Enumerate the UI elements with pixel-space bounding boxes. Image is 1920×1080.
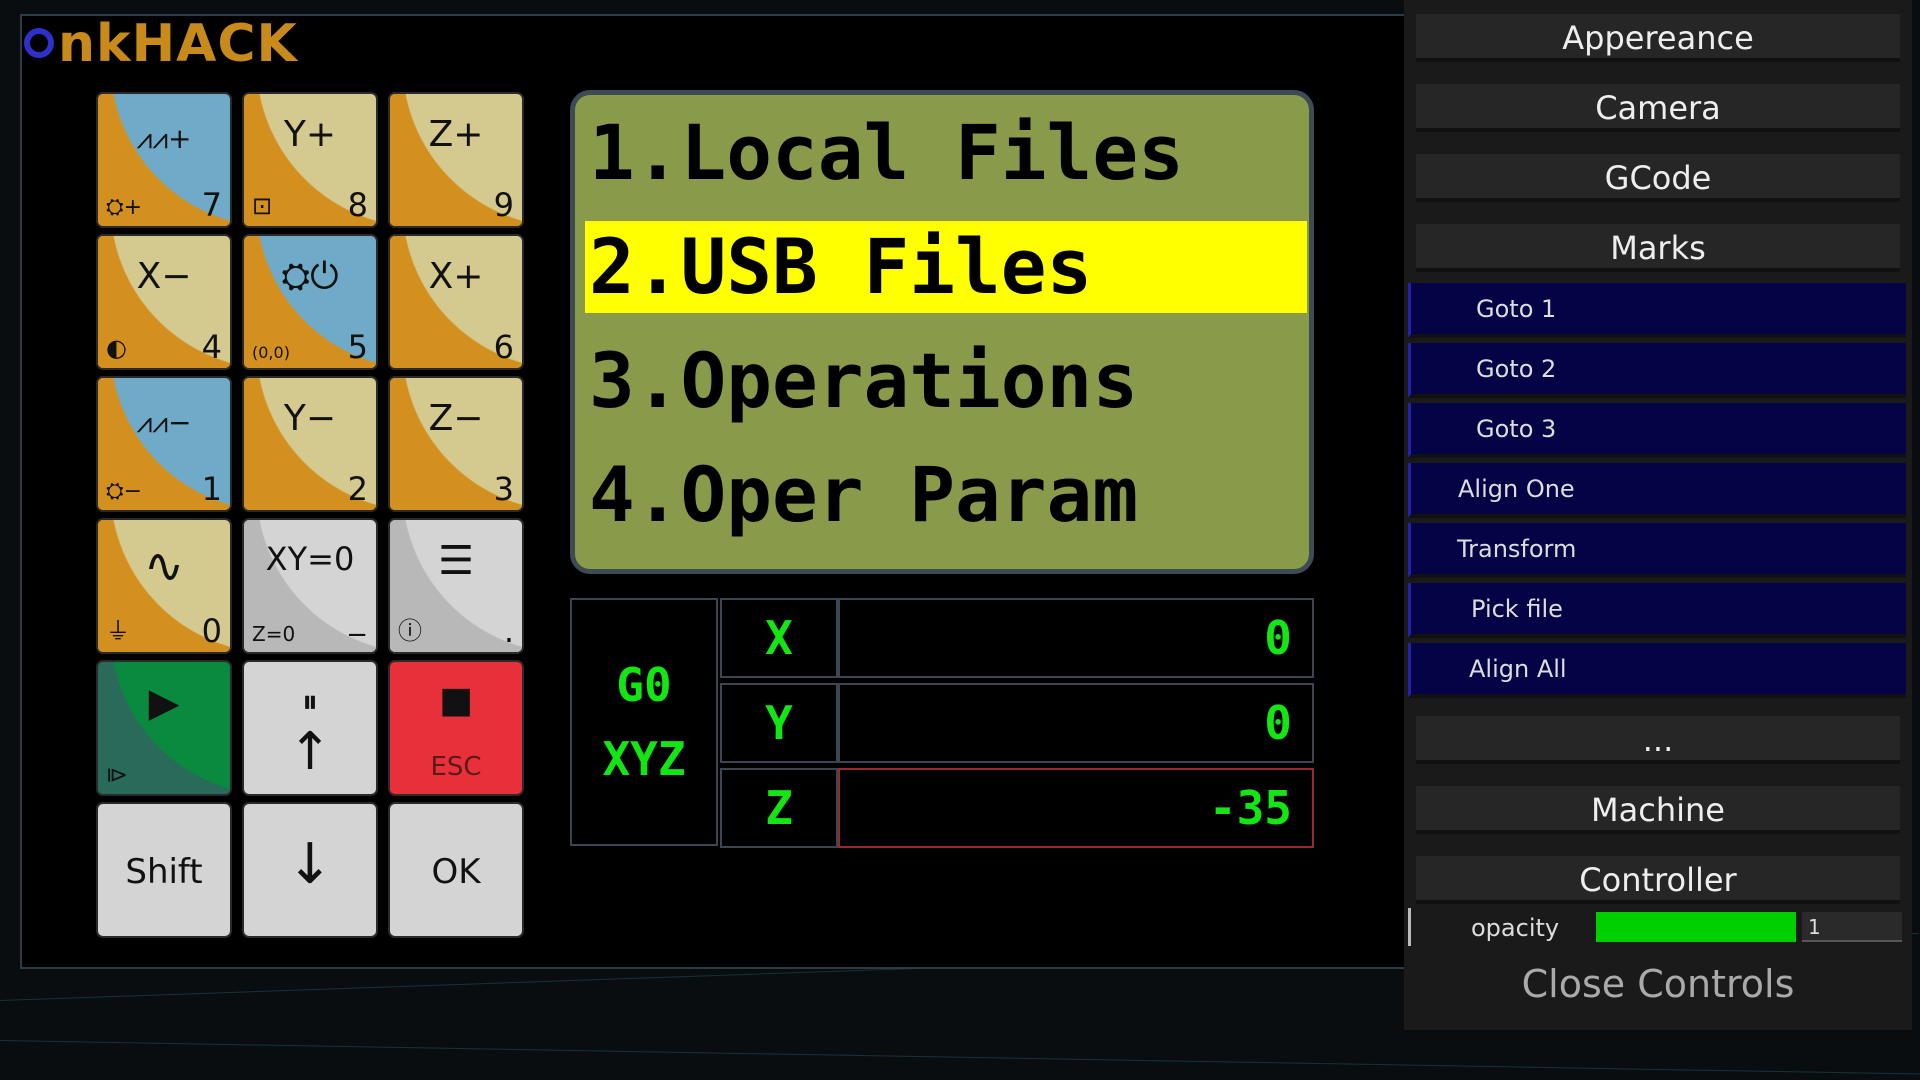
- key-shift[interactable]: Shift: [96, 802, 232, 938]
- origin-icon: ◐: [106, 334, 127, 362]
- marks-align-one[interactable]: Align One: [1408, 463, 1906, 518]
- key-x-minus-4[interactable]: X− ◐ 4: [96, 234, 232, 370]
- key-y-minus-2[interactable]: Y− 2: [242, 376, 378, 512]
- wave-icon: ∿: [143, 538, 185, 594]
- spindle-power-icon: ⛭⏻: [281, 256, 339, 297]
- folder-controller[interactable]: Controller: [1416, 856, 1900, 904]
- marks-align-all[interactable]: Align All: [1408, 643, 1906, 698]
- lcd-menu-item[interactable]: 3.Operations: [585, 335, 1138, 427]
- background-grid-line: [0, 1040, 1920, 1075]
- opacity-slider-fill: [1596, 912, 1796, 942]
- axis-value-z: -35: [838, 768, 1314, 848]
- feed-minus-icon: ⩘⩘−: [136, 406, 192, 439]
- stop-icon: ■: [438, 680, 473, 721]
- folder-more[interactable]: ...: [1416, 716, 1900, 764]
- key-ok[interactable]: OK: [388, 802, 524, 938]
- key-y-plus-8[interactable]: Y+ ⊡ 8: [242, 92, 378, 228]
- folder-gcode[interactable]: GCode: [1416, 154, 1900, 202]
- opacity-slider[interactable]: [1596, 912, 1796, 942]
- arrow-up-icon: ↑: [288, 722, 332, 782]
- spindle-plus-icon: ⛭+: [106, 195, 143, 220]
- feed-plus-icon: ⩘⩘+: [136, 122, 192, 155]
- key-spindle-5[interactable]: ⛭⏻ (0,0) 5: [242, 234, 378, 370]
- lcd-menu-item[interactable]: 1.Local Files: [585, 107, 1184, 199]
- tree-list-icon: ☰: [438, 538, 474, 584]
- marks-pick-file[interactable]: Pick file: [1408, 583, 1906, 638]
- folder-marks[interactable]: Marks: [1416, 224, 1900, 272]
- folder-machine[interactable]: Machine: [1416, 786, 1900, 834]
- help-icon: ⓘ: [398, 617, 422, 645]
- onkhack-logo: nkHACK: [24, 14, 298, 74]
- marks-goto-2[interactable]: Goto 2: [1408, 343, 1906, 398]
- key-down[interactable]: ↓: [242, 802, 378, 938]
- marks-goto-1[interactable]: Goto 1: [1408, 283, 1906, 338]
- marks-transform[interactable]: Transform: [1408, 523, 1906, 578]
- key-xy-zero[interactable]: XY=0 Z=0 −: [242, 518, 378, 654]
- lcd-menu-item-selected[interactable]: 2.USB Files: [585, 221, 1307, 313]
- key-z-minus-3[interactable]: Z− 3: [388, 376, 524, 512]
- key-menu-list[interactable]: ☰ ⓘ .: [388, 518, 524, 654]
- key-probe-0[interactable]: ∿ ⏚ 0: [96, 518, 232, 654]
- close-controls-button[interactable]: Close Controls: [1404, 962, 1912, 1006]
- key-feed-minus-1[interactable]: ⩘⩘− ⛭− 1: [96, 376, 232, 512]
- lcd-screen: 1.Local Files 2.USB Files 3.Operations 4…: [570, 90, 1314, 574]
- controls-panel: Appereance Camera GCode Marks Goto 1 Got…: [1404, 0, 1912, 1030]
- frame-icon: ⊡: [252, 192, 273, 220]
- spindle-minus-icon: ⛭−: [106, 479, 143, 504]
- key-start[interactable]: ▶ ⧐: [96, 660, 232, 796]
- lcd-menu-item[interactable]: 4.Oper Param: [585, 449, 1138, 541]
- key-pause-up[interactable]: ⏸ ↑: [242, 660, 378, 796]
- key-feed-plus-7[interactable]: ⩘⩘+ ⛭+ 7: [96, 92, 232, 228]
- folder-appearance[interactable]: Appereance: [1416, 14, 1900, 62]
- axis-value-x: 0: [838, 598, 1314, 678]
- resume-icon: ⧐: [106, 763, 128, 788]
- axis-value-y: 0: [838, 683, 1314, 763]
- motion-mode-display: G0 XYZ: [570, 598, 718, 846]
- key-x-plus-6[interactable]: X+ 6: [388, 234, 524, 370]
- goto-origin-label: (0,0): [252, 343, 290, 362]
- play-icon: ▶: [148, 680, 180, 726]
- folder-camera[interactable]: Camera: [1416, 84, 1900, 132]
- opacity-row: opacity 1: [1408, 908, 1902, 946]
- pendant-panel: nkHACK ⩘⩘+ ⛭+ 7 Y+ ⊡ 8 Z+ 9 X− ◐ 4 ⛭⏻ (0…: [20, 14, 1415, 969]
- pause-icon: ⏸: [301, 682, 318, 720]
- axis-label-z: Z: [720, 768, 838, 848]
- marks-goto-3[interactable]: Goto 3: [1408, 403, 1906, 458]
- probe-icon: ⏚: [106, 617, 130, 645]
- key-stop-esc[interactable]: ■ ESC: [388, 660, 524, 796]
- key-z-plus-9[interactable]: Z+ 9: [388, 92, 524, 228]
- axis-label-x: X: [720, 598, 838, 678]
- opacity-value-field[interactable]: 1: [1802, 912, 1902, 942]
- opacity-label: opacity: [1471, 914, 1560, 942]
- logo-mark-icon: [24, 28, 54, 58]
- axis-label-y: Y: [720, 683, 838, 763]
- arrow-down-icon: ↓: [286, 832, 334, 897]
